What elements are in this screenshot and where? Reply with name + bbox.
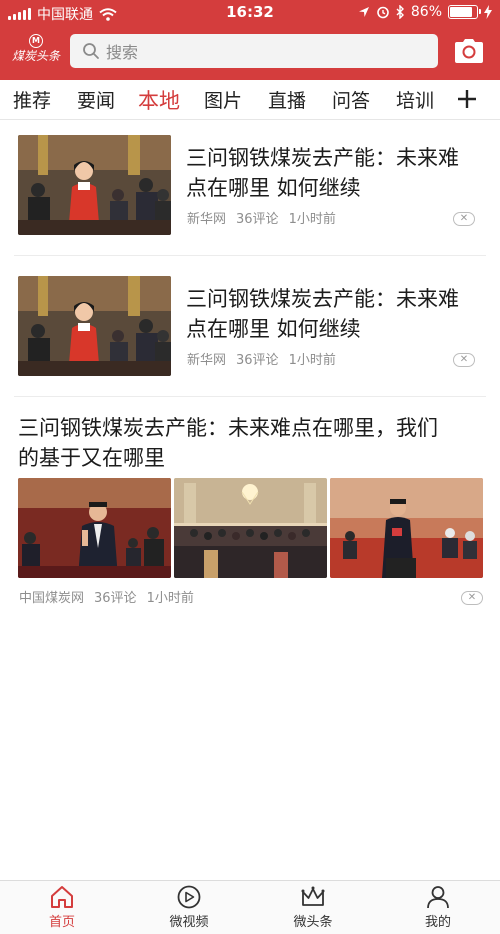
divider	[14, 396, 486, 397]
news-thumbnail	[18, 276, 171, 376]
news-title-line: 点在哪里 如何继续	[186, 317, 361, 341]
news-title[interactable]: 三问钢铁煤炭去产能：未来难 点在哪里 如何继续	[186, 143, 486, 203]
news-title-line: 点在哪里 如何继续	[186, 176, 361, 200]
alarm-icon	[377, 6, 389, 19]
news-title-line: 三问钢铁煤炭去产能：未来难点在哪里，我们	[18, 416, 438, 440]
search-placeholder: 搜索	[106, 43, 139, 62]
app-logo: M 煤炭头条	[10, 34, 62, 68]
battery-icon	[448, 5, 481, 19]
location-arrow-icon	[358, 7, 369, 17]
camera-icon[interactable]	[454, 38, 484, 64]
tab-live[interactable]: 直播	[268, 86, 306, 113]
divider	[14, 255, 486, 256]
news-comments: 36评论	[94, 591, 137, 606]
nav-label: 微头条	[293, 915, 333, 930]
news-title-line: 的基于又在哪里	[18, 446, 165, 470]
news-item[interactable]: 三问钢铁煤炭去产能：未来难 点在哪里 如何继续 新华网 36评论 1小时前 ✕	[0, 262, 500, 397]
news-time: 1小时前	[288, 212, 336, 227]
news-title-line: 三问钢铁煤炭去产能：未来难	[186, 287, 459, 311]
logo-text: 煤炭头条	[11, 49, 60, 63]
crown-icon	[301, 886, 325, 906]
news-time: 1小时前	[288, 353, 336, 368]
tab-training[interactable]: 培训	[396, 86, 434, 113]
news-meta: 新华网 36评论 1小时前	[187, 349, 336, 368]
nav-home[interactable]: 首页	[17, 885, 107, 930]
news-item[interactable]: 三问钢铁煤炭去产能：未来难 点在哪里 如何继续 新华网 36评论 1小时前 ✕	[0, 121, 500, 256]
news-thumbnail	[330, 478, 483, 578]
nav-label: 首页	[48, 915, 75, 930]
bluetooth-icon	[396, 5, 404, 19]
tab-recommend[interactable]: 推荐	[13, 86, 51, 113]
news-thumbnail	[18, 478, 171, 578]
news-source: 新华网	[187, 212, 227, 227]
tab-local[interactable]: 本地	[138, 85, 180, 115]
news-time: 1小时前	[146, 591, 194, 606]
status-bar: 中国联通 16:32 86%	[0, 0, 500, 26]
news-meta: 中国煤炭网 36评论 1小时前	[19, 587, 194, 606]
news-source: 新华网	[187, 353, 227, 368]
news-title[interactable]: 三问钢铁煤炭去产能：未来难 点在哪里 如何继续	[186, 284, 486, 344]
news-item[interactable]: 三问钢铁煤炭去产能：未来难点在哪里，我们 的基于又在哪里 中国煤炭网 36评论 …	[0, 405, 500, 610]
nav-label: 我的	[424, 915, 451, 930]
nav-label: 微视频	[169, 915, 209, 930]
news-source: 中国煤炭网	[19, 591, 85, 606]
nav-mine[interactable]: 我的	[393, 885, 483, 930]
news-thumbnail	[174, 478, 327, 578]
channel-tabs: 推荐 要闻 本地 图片 直播 问答 培训	[0, 80, 500, 120]
user-icon	[427, 886, 449, 909]
add-channel-icon[interactable]	[454, 84, 480, 114]
dislike-close-icon[interactable]: ✕	[453, 353, 475, 367]
news-title-line: 三问钢铁煤炭去产能：未来难	[186, 146, 459, 170]
news-title[interactable]: 三问钢铁煤炭去产能：未来难点在哪里，我们 的基于又在哪里	[18, 413, 488, 473]
news-comments: 36评论	[236, 212, 279, 227]
news-thumbnail	[18, 135, 171, 235]
charging-icon	[484, 5, 492, 19]
dislike-close-icon[interactable]: ✕	[453, 212, 475, 226]
tab-qa[interactable]: 问答	[332, 86, 370, 113]
nav-micro-headlines[interactable]: 微头条	[268, 885, 358, 930]
home-icon	[51, 886, 73, 908]
battery-percent: 86%	[410, 4, 442, 20]
app-header: 中国联通 16:32 86% M 煤炭头条 搜索	[0, 0, 500, 80]
tab-pictures[interactable]: 图片	[204, 86, 242, 113]
nav-micro-video[interactable]: 微视频	[144, 885, 234, 930]
bottom-nav: 首页 微视频 微头条 我的	[0, 880, 500, 934]
search-icon	[83, 43, 99, 59]
news-comments: 36评论	[236, 353, 279, 368]
logo-mark-icon: M	[29, 34, 43, 48]
play-circle-icon	[177, 885, 201, 909]
news-meta: 新华网 36评论 1小时前	[187, 208, 336, 227]
dislike-close-icon[interactable]: ✕	[461, 591, 483, 605]
search-input[interactable]: 搜索	[70, 34, 438, 68]
tab-headlines[interactable]: 要闻	[77, 86, 115, 113]
